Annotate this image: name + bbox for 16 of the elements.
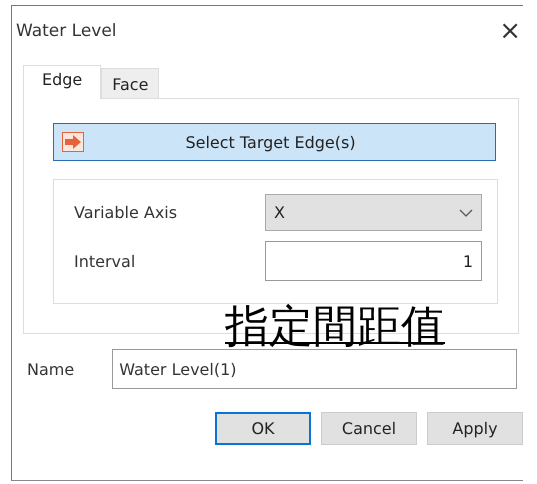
chevron-down-icon [459,208,473,216]
arrow-icon [62,132,84,152]
close-button[interactable]: × [493,18,527,44]
axis-dropdown[interactable]: X [265,194,482,231]
field-label: Variable Axis [74,203,178,222]
tab[interactable]: Face [101,68,160,98]
select-target-button[interactable]: Select Target Edge(s) [53,123,496,161]
tab[interactable]: Edge [23,65,102,99]
name-field[interactable]: Water Level(1) [112,349,518,389]
name-label: Name [27,360,74,378]
dialog-button[interactable]: Cancel [321,412,417,445]
field-label: Interval [74,252,136,270]
dialog-button[interactable]: Apply [427,412,523,445]
dialog-button[interactable]: OK [215,412,311,445]
interval-field[interactable]: 1 [265,241,482,281]
window-title: Water Level [16,21,117,41]
